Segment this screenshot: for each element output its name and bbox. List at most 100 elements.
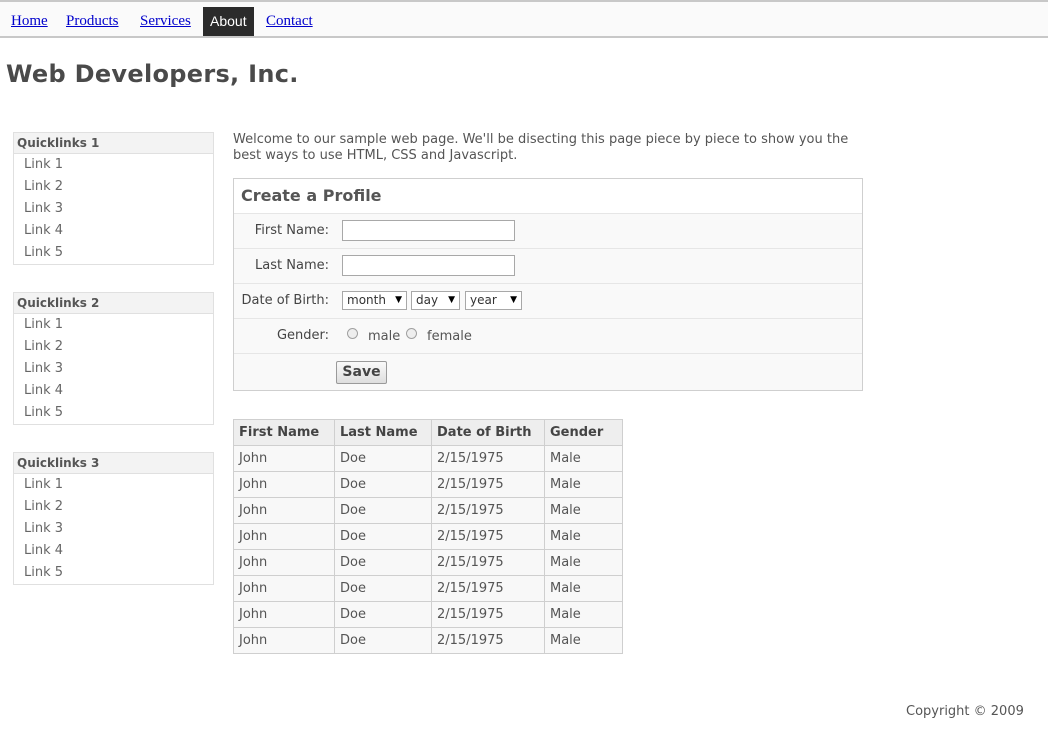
cell-dob: 2/15/1975 (431, 523, 545, 550)
cell-last-name: Doe (334, 497, 432, 524)
quicklink-item[interactable]: Link 5 (14, 242, 213, 264)
site-title: Web Developers, Inc. (6, 60, 299, 88)
create-profile-form: Create a Profile First Name: Last Name: … (233, 178, 863, 391)
profiles-table: First Name Last Name Date of Birth Gende… (233, 419, 623, 654)
quicklink-item[interactable]: Link 2 (14, 496, 213, 518)
cell-gender: Male (544, 497, 623, 524)
table-header-row: First Name Last Name Date of Birth Gende… (233, 419, 623, 446)
top-navigation: Home Products Services About Contact (0, 0, 1048, 38)
chevron-down-icon: ▼ (395, 295, 402, 305)
table-row: John Doe 2/15/1975 Male (233, 497, 623, 524)
quicklinks-heading: Quicklinks 3 (14, 453, 213, 474)
cell-first-name: John (233, 497, 335, 524)
month-select[interactable]: month ▼ (342, 291, 407, 310)
nav-link-services[interactable]: Services (133, 7, 198, 36)
quicklinks-box-1: Quicklinks 1 Link 1 Link 2 Link 3 Link 4… (13, 132, 214, 265)
quicklinks-box-2: Quicklinks 2 Link 1 Link 2 Link 3 Link 4… (13, 292, 214, 425)
cell-first-name: John (233, 601, 335, 628)
column-header-first-name: First Name (233, 419, 335, 446)
table-row: John Doe 2/15/1975 Male (233, 575, 623, 602)
quicklink-item[interactable]: Link 1 (14, 314, 213, 336)
cell-gender: Male (544, 523, 623, 550)
gender-female-label: female (427, 329, 472, 344)
table-row: John Doe 2/15/1975 Male (233, 471, 623, 498)
cell-gender: Male (544, 445, 623, 472)
nav-link-products[interactable]: Products (59, 7, 126, 36)
quicklink-item[interactable]: Link 3 (14, 358, 213, 380)
form-title: Create a Profile (241, 186, 382, 205)
cell-last-name: Doe (334, 445, 432, 472)
gender-male-radio[interactable] (347, 328, 358, 339)
cell-first-name: John (233, 627, 335, 654)
cell-dob: 2/15/1975 (431, 575, 545, 602)
column-header-gender: Gender (544, 419, 623, 446)
table-row: John Doe 2/15/1975 Male (233, 445, 623, 472)
intro-text: Welcome to our sample web page. We'll be… (233, 132, 849, 163)
table-row: John Doe 2/15/1975 Male (233, 523, 623, 550)
chevron-down-icon: ▼ (448, 295, 455, 305)
save-row: Save (234, 353, 862, 390)
quicklink-item[interactable]: Link 4 (14, 220, 213, 242)
first-name-row: First Name: (234, 213, 862, 248)
cell-last-name: Doe (334, 523, 432, 550)
cell-last-name: Doe (334, 601, 432, 628)
gender-label: Gender: (276, 328, 329, 343)
first-name-label: First Name: (254, 223, 329, 238)
quicklink-item[interactable]: Link 5 (14, 402, 213, 424)
cell-dob: 2/15/1975 (431, 549, 545, 576)
gender-row: Gender: male female (234, 318, 862, 353)
year-select[interactable]: year ▼ (465, 291, 522, 310)
last-name-input[interactable] (342, 255, 515, 276)
quicklink-item[interactable]: Link 4 (14, 540, 213, 562)
nav-link-home[interactable]: Home (4, 7, 55, 36)
quicklinks-box-3: Quicklinks 3 Link 1 Link 2 Link 3 Link 4… (13, 452, 214, 585)
first-name-input[interactable] (342, 220, 515, 241)
day-select[interactable]: day ▼ (411, 291, 460, 310)
last-name-row: Last Name: (234, 248, 862, 283)
nav-link-contact[interactable]: Contact (259, 7, 320, 36)
cell-last-name: Doe (334, 627, 432, 654)
quicklink-item[interactable]: Link 1 (14, 154, 213, 176)
nav-link-about[interactable]: About (203, 7, 254, 36)
table-row: John Doe 2/15/1975 Male (233, 549, 623, 576)
quicklink-item[interactable]: Link 2 (14, 336, 213, 358)
copyright-footer: Copyright © 2009 (906, 704, 1024, 719)
quicklink-item[interactable]: Link 2 (14, 176, 213, 198)
quicklinks-heading: Quicklinks 2 (14, 293, 213, 314)
cell-first-name: John (233, 471, 335, 498)
dob-label: Date of Birth: (241, 293, 329, 308)
column-header-dob: Date of Birth (431, 419, 545, 446)
cell-gender: Male (544, 601, 623, 628)
quicklink-item[interactable]: Link 3 (14, 198, 213, 220)
table-row: John Doe 2/15/1975 Male (233, 627, 623, 654)
cell-gender: Male (544, 471, 623, 498)
quicklink-item[interactable]: Link 3 (14, 518, 213, 540)
table-row: John Doe 2/15/1975 Male (233, 601, 623, 628)
column-header-last-name: Last Name (334, 419, 432, 446)
cell-first-name: John (233, 549, 335, 576)
cell-first-name: John (233, 575, 335, 602)
quicklinks-heading: Quicklinks 1 (14, 133, 213, 154)
cell-dob: 2/15/1975 (431, 471, 545, 498)
quicklink-item[interactable]: Link 5 (14, 562, 213, 584)
gender-female-radio[interactable] (406, 328, 417, 339)
quicklink-item[interactable]: Link 1 (14, 474, 213, 496)
day-select-value: day (416, 293, 439, 307)
cell-gender: Male (544, 627, 623, 654)
quicklink-item[interactable]: Link 4 (14, 380, 213, 402)
cell-dob: 2/15/1975 (431, 601, 545, 628)
cell-last-name: Doe (334, 471, 432, 498)
cell-dob: 2/15/1975 (431, 627, 545, 654)
cell-gender: Male (544, 575, 623, 602)
cell-dob: 2/15/1975 (431, 497, 545, 524)
chevron-down-icon: ▼ (510, 295, 517, 305)
dob-row: Date of Birth: month ▼ day ▼ year ▼ (234, 283, 862, 318)
cell-last-name: Doe (334, 575, 432, 602)
save-button[interactable]: Save (336, 361, 387, 384)
cell-first-name: John (233, 523, 335, 550)
cell-gender: Male (544, 549, 623, 576)
cell-last-name: Doe (334, 549, 432, 576)
month-select-value: month (347, 293, 386, 307)
gender-male-label: male (368, 329, 401, 344)
year-select-value: year (470, 293, 497, 307)
